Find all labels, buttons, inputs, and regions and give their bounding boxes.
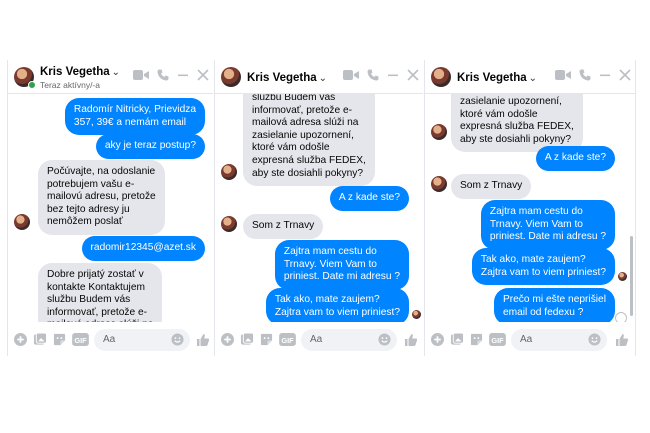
sticker-icon[interactable] — [470, 333, 483, 351]
message-incoming: Som z Trnavy — [451, 174, 532, 199]
sender-avatar — [14, 214, 30, 230]
message-outgoing: Prečo mi ešte neprišiel email od fedexu … — [493, 288, 615, 322]
message-input[interactable]: Aa — [511, 329, 607, 351]
video-call-icon[interactable] — [555, 69, 571, 81]
sticker-icon[interactable] — [53, 333, 66, 351]
sender-avatar — [221, 164, 237, 180]
add-more-icon[interactable] — [431, 333, 444, 351]
gif-icon[interactable] — [72, 333, 89, 351]
add-more-icon[interactable] — [221, 333, 234, 351]
contact-name[interactable]: Kris Vegetha ⌄ — [457, 72, 537, 84]
message-incoming: zasielanie upozornení, ktoré vám odošle … — [451, 94, 583, 153]
emoji-icon[interactable] — [171, 333, 184, 351]
phone-call-icon[interactable] — [157, 69, 169, 81]
message-outgoing: radomir12345@azet.sk — [81, 236, 205, 261]
message-outgoing: Tak ako, mate zaujem? Zajtra vam to viem… — [265, 288, 409, 322]
gif-icon[interactable] — [489, 333, 506, 351]
sent-status-icon — [615, 312, 627, 322]
photo-icon[interactable] — [240, 333, 254, 351]
gif-icon[interactable] — [279, 333, 296, 351]
message-outgoing: Radomír Nitricky, Prievidza 357, 39€ a n… — [64, 98, 205, 136]
composer: Aa — [8, 323, 213, 356]
like-icon[interactable] — [196, 333, 210, 352]
message-list[interactable]: zasielanie upozornení, ktoré vám odošle … — [425, 94, 635, 322]
message-incoming: Počúvajte, na odoslanie potrebujem vašu … — [38, 160, 165, 235]
message-input-placeholder: Aa — [310, 334, 323, 345]
message-outgoing: Tak ako, mate zaujem? Zajtra vam to viem… — [471, 248, 615, 286]
minimize-icon[interactable] — [387, 69, 399, 81]
seen-avatar — [412, 310, 421, 319]
contact-name[interactable]: Kris Vegetha ⌄ — [247, 72, 327, 84]
seen-avatar — [618, 272, 627, 281]
chevron-down-icon[interactable]: ⌄ — [112, 67, 120, 78]
sender-avatar — [221, 216, 237, 232]
photo-icon[interactable] — [450, 333, 464, 351]
close-icon[interactable] — [619, 69, 631, 81]
sender-avatar — [431, 124, 447, 140]
message-input[interactable]: Aa — [94, 329, 190, 351]
composer: Aa — [425, 323, 635, 356]
composer: Aa — [215, 323, 423, 356]
message-outgoing: A z kade ste? — [329, 186, 409, 211]
chevron-down-icon[interactable]: ⌄ — [529, 73, 537, 84]
contact-status: Teraz aktívny/-a — [40, 80, 100, 90]
sticker-icon[interactable] — [260, 333, 273, 351]
message-input-placeholder: Aa — [520, 334, 533, 345]
minimize-icon[interactable] — [599, 69, 611, 81]
contact-avatar[interactable] — [431, 67, 451, 87]
contact-avatar[interactable] — [221, 67, 241, 87]
message-list[interactable]: Radomír Nitricky, Prievidza 357, 39€ a n… — [8, 94, 213, 322]
close-icon[interactable] — [197, 69, 209, 81]
chat-window-2: Kris Vegetha ⌄ službu Budem vás informova… — [214, 60, 423, 356]
message-outgoing: aky je teraz postup? — [95, 134, 205, 159]
sender-avatar — [431, 176, 447, 192]
emoji-icon[interactable] — [378, 333, 391, 351]
contact-name[interactable]: Kris Vegetha ⌄ — [40, 66, 120, 78]
message-input-placeholder: Aa — [103, 334, 116, 345]
chat-window-1: Kris Vegetha ⌄ Teraz aktívny/-a Radomír N… — [7, 60, 213, 356]
chat-window-3: Kris Vegetha ⌄ zasielanie upozornení, kto… — [424, 60, 636, 356]
close-icon[interactable] — [407, 69, 419, 81]
chat-header: Kris Vegetha ⌄ Teraz aktívny/-a — [8, 60, 213, 94]
phone-call-icon[interactable] — [579, 69, 591, 81]
message-outgoing: Zajtra mam cestu do Trnavy. Viem Vam to … — [274, 240, 409, 290]
message-outgoing: A z kade ste? — [535, 146, 615, 171]
message-incoming: Som z Trnavy — [243, 214, 324, 239]
add-more-icon[interactable] — [14, 333, 27, 351]
phone-call-icon[interactable] — [367, 69, 379, 81]
chat-header: Kris Vegetha ⌄ — [215, 60, 423, 94]
like-icon[interactable] — [404, 333, 418, 352]
emoji-icon[interactable] — [588, 333, 601, 351]
message-incoming: službu Budem vás informovať, pretože e- … — [243, 94, 375, 187]
message-input[interactable]: Aa — [301, 329, 397, 351]
message-incoming: Dobre prijatý zostať v kontakte Kontaktu… — [38, 263, 163, 322]
scrollbar[interactable] — [630, 236, 633, 316]
like-icon[interactable] — [615, 333, 629, 352]
online-indicator — [28, 81, 36, 89]
message-list[interactable]: službu Budem vás informovať, pretože e- … — [215, 94, 423, 322]
chevron-down-icon[interactable]: ⌄ — [319, 73, 327, 84]
chat-header: Kris Vegetha ⌄ — [425, 60, 635, 94]
minimize-icon[interactable] — [177, 69, 189, 81]
photo-icon[interactable] — [33, 333, 47, 351]
message-outgoing: Zajtra mam cestu do Trnavy. Viem Vam to … — [480, 200, 615, 250]
video-call-icon[interactable] — [133, 69, 149, 81]
video-call-icon[interactable] — [343, 69, 359, 81]
